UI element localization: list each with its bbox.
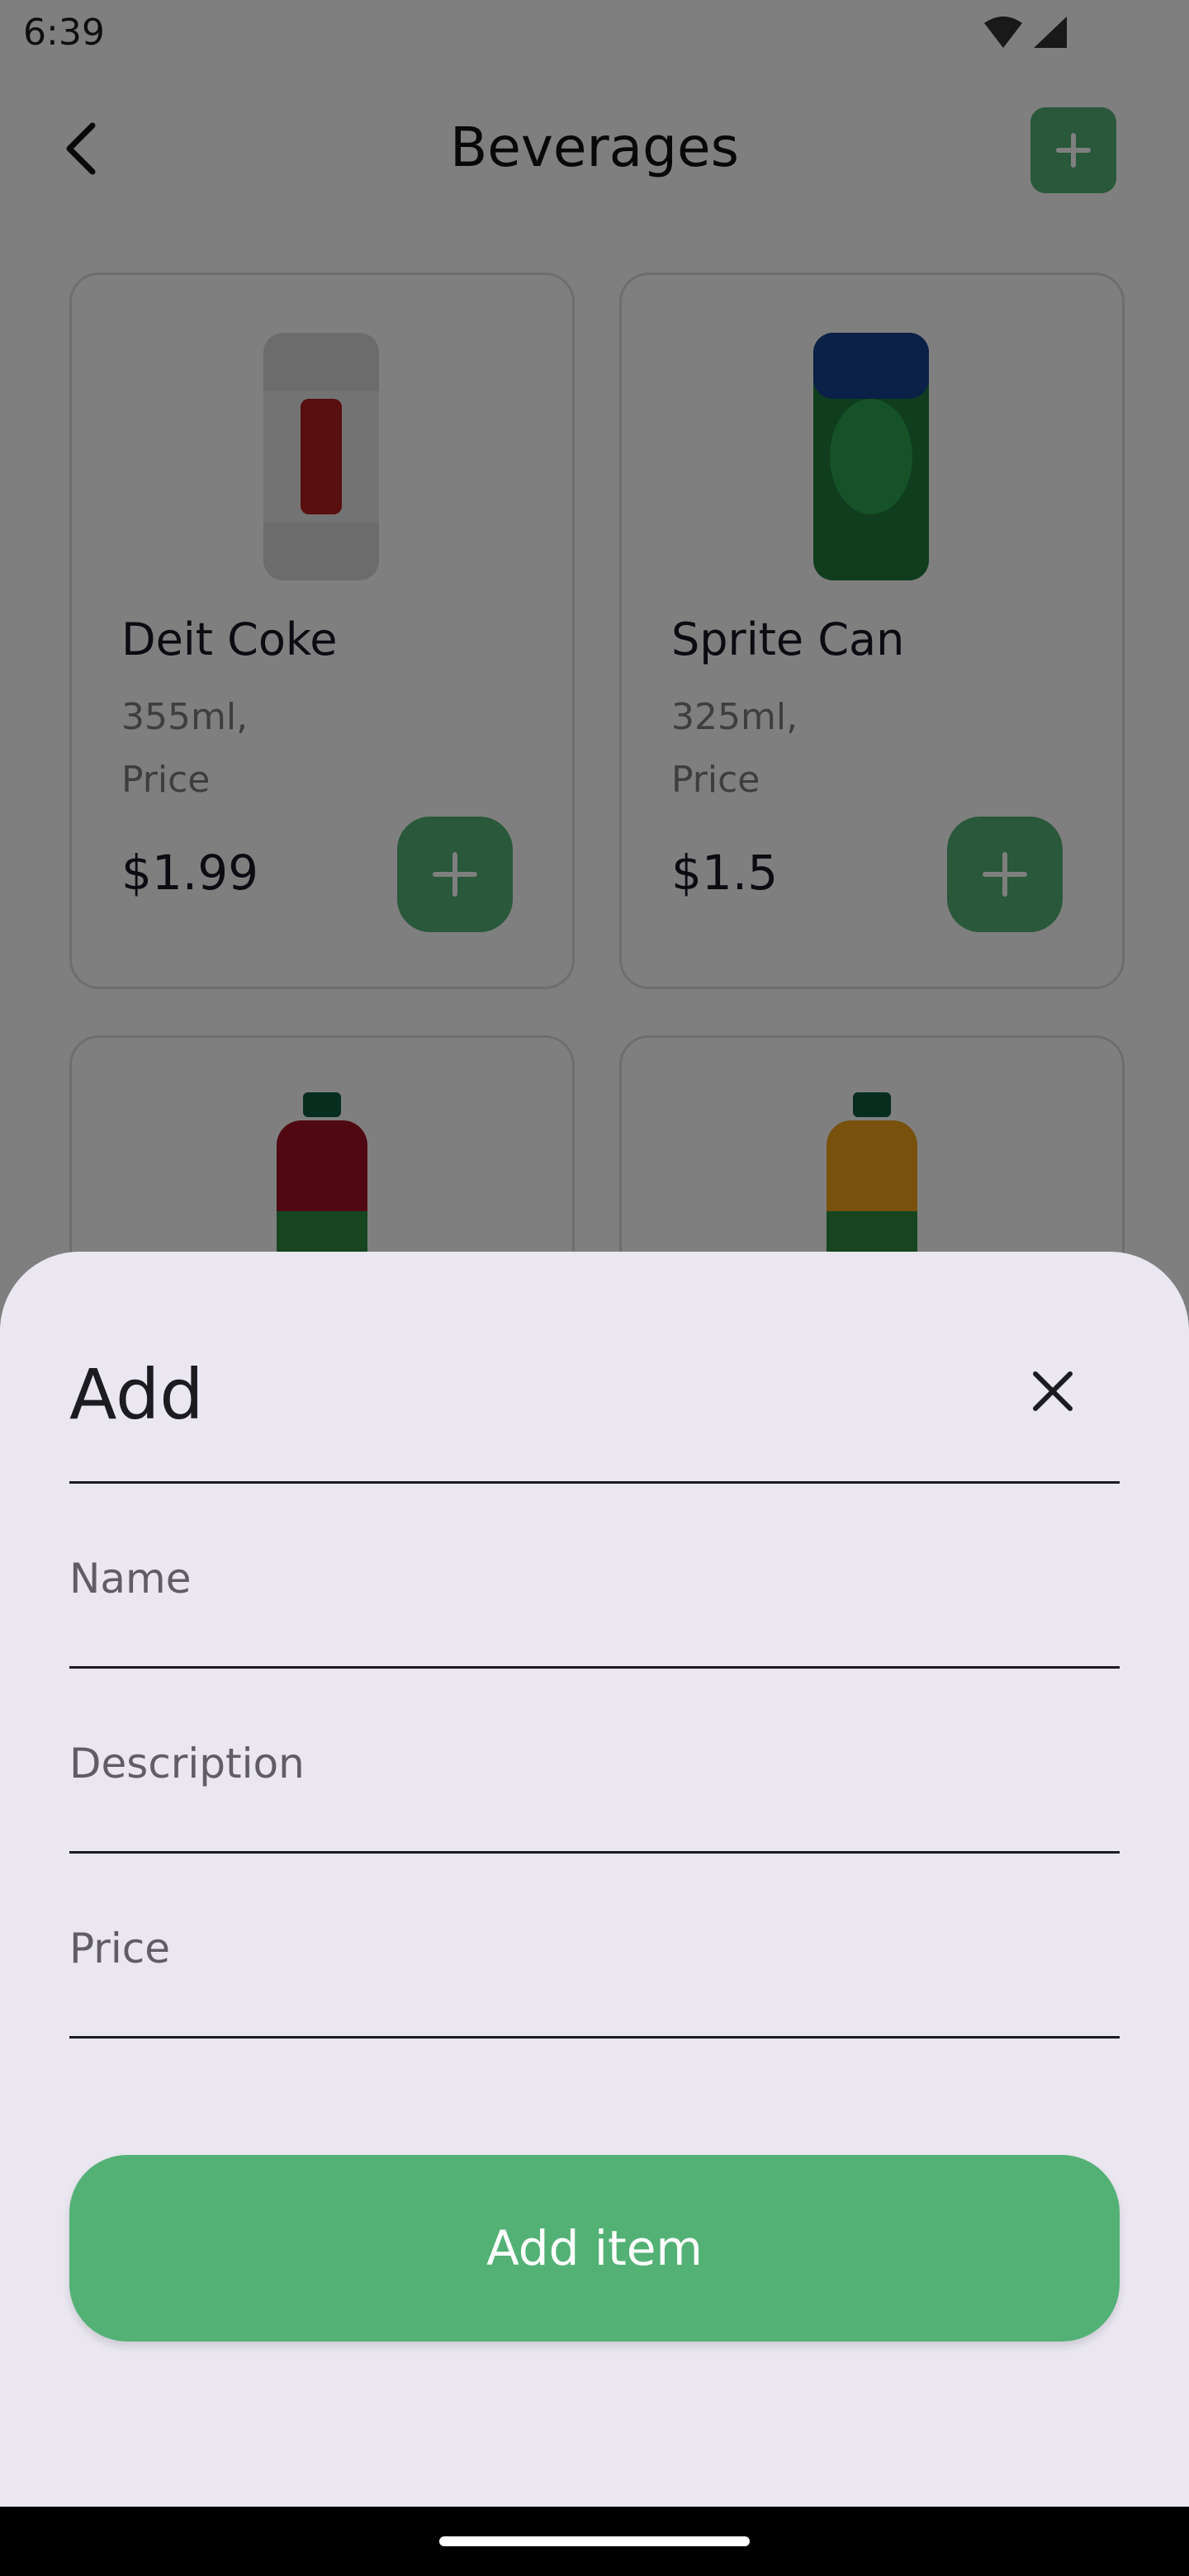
description-field-underline xyxy=(69,1851,1120,1854)
add-item-button[interactable]: Add item xyxy=(69,2155,1120,2342)
name-field[interactable] xyxy=(69,1529,1120,1628)
price-input[interactable] xyxy=(69,1899,1120,1998)
home-gesture-handle[interactable] xyxy=(439,2536,750,2546)
divider xyxy=(69,1481,1120,1484)
name-field-underline xyxy=(69,1666,1120,1669)
name-input[interactable] xyxy=(69,1529,1120,1628)
description-field[interactable] xyxy=(69,1714,1120,1813)
sheet-title: Add xyxy=(69,1354,204,1435)
close-icon[interactable] xyxy=(1016,1354,1090,1428)
description-input[interactable] xyxy=(69,1714,1120,1813)
price-field[interactable] xyxy=(69,1899,1120,1998)
price-field-underline xyxy=(69,2036,1120,2039)
